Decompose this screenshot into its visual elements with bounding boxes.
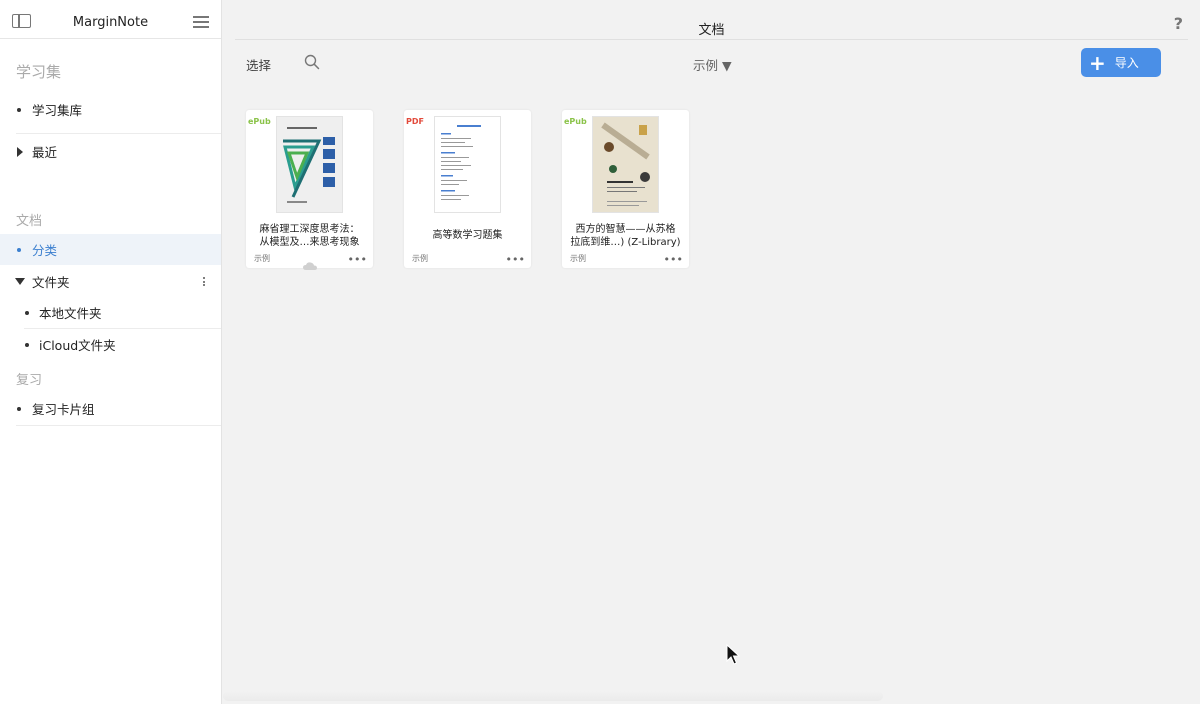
sidebar-item-label: iCloud文件夹: [39, 338, 116, 353]
sidebar-item-label: 文件夹: [32, 275, 70, 290]
menu-icon[interactable]: [193, 16, 209, 28]
document-card[interactable]: ePub 麻省理工深度思考法： 从模型及…来思考现象 示例 •••: [246, 110, 373, 270]
sidebar-item-local-folder[interactable]: 本地文件夹: [0, 297, 221, 328]
bullet-icon: [17, 406, 21, 411]
book-cover-image: [592, 116, 659, 213]
divider: [16, 133, 221, 134]
document-title: 西方的智慧——从苏格 拉底到维…) (Z-Library): [570, 224, 681, 248]
document-label: 示例: [412, 254, 428, 263]
sort-dropdown[interactable]: 示例 ▼: [693, 55, 732, 74]
search-icon[interactable]: [304, 54, 320, 70]
sidebar-item-label: 复习卡片组: [32, 402, 95, 417]
sidebar-item-review-deck[interactable]: 复习卡片组: [0, 393, 221, 424]
more-icon[interactable]: •••: [348, 254, 367, 265]
sidebar-item-label: 本地文件夹: [39, 306, 102, 321]
sidebar-header: MarginNote: [0, 0, 221, 39]
bullet-icon: [17, 247, 21, 252]
document-card[interactable]: ePub 西方的智慧——从苏格 拉底到维…) (Z-Library) 示例 ••…: [562, 110, 689, 268]
page-title: 文档: [698, 23, 725, 38]
sidebar-item-category[interactable]: 分类: [0, 234, 221, 265]
disclosure-right-icon: [17, 146, 23, 157]
bullet-icon: [25, 342, 29, 347]
bullet-icon: [17, 107, 21, 112]
document-title: 高等数学习题集: [432, 230, 503, 241]
sidebar-item-folders[interactable]: 文件夹: [0, 266, 221, 297]
divider: [16, 425, 221, 426]
sidebar: MarginNote 学习集 学习集库 最近 文档 分类 文件夹 本地文件夹 i…: [0, 0, 222, 704]
sidebar-item-label: 分类: [32, 243, 58, 258]
section-study-label: 学习集: [16, 63, 62, 81]
file-type-badge: PDF: [406, 117, 424, 126]
book-cover-image: [276, 116, 343, 213]
divider: [235, 39, 1188, 40]
cloud-icon: [303, 255, 317, 270]
sidebar-item-label: 最近: [32, 145, 58, 160]
document-title: 麻省理工深度思考法： 从模型及…来思考现象: [259, 224, 360, 248]
document-label: 示例: [570, 254, 586, 263]
more-icon[interactable]: •••: [664, 254, 683, 265]
more-vertical-icon[interactable]: [203, 277, 206, 288]
help-icon[interactable]: ?: [1174, 14, 1183, 33]
main-area: 文档 ? 选择 示例 ▼ + 导入 ePub 麻省理工深度思考法： 从模型及…来…: [223, 0, 1200, 704]
plus-icon: +: [1089, 50, 1106, 75]
import-button[interactable]: + 导入: [1081, 48, 1161, 77]
file-type-badge: ePub: [564, 117, 587, 126]
select-button[interactable]: 选择: [246, 55, 271, 74]
section-review-label: 复习: [16, 373, 43, 388]
bullet-icon: [25, 310, 29, 315]
disclosure-down-icon: [15, 278, 25, 285]
document-label: 示例: [254, 254, 270, 263]
sidebar-item-recent[interactable]: 最近: [0, 136, 221, 167]
app-title: MarginNote: [72, 15, 149, 30]
file-type-badge: ePub: [248, 117, 271, 126]
more-icon[interactable]: •••: [506, 254, 525, 265]
sidebar-item-label: 学习集库: [32, 103, 83, 118]
mouse-cursor-icon: [726, 643, 741, 670]
sidebar-item-study-library[interactable]: 学习集库: [0, 94, 221, 125]
sidebar-item-icloud-folder[interactable]: iCloud文件夹: [0, 329, 221, 360]
section-docs-label: 文档: [16, 214, 43, 229]
scrollbar[interactable]: [223, 691, 883, 701]
pdf-page-thumbnail: [434, 116, 501, 213]
document-card[interactable]: PDF 高等数学习题集 示例 •••: [404, 110, 531, 268]
import-label: 导入: [1114, 56, 1139, 70]
